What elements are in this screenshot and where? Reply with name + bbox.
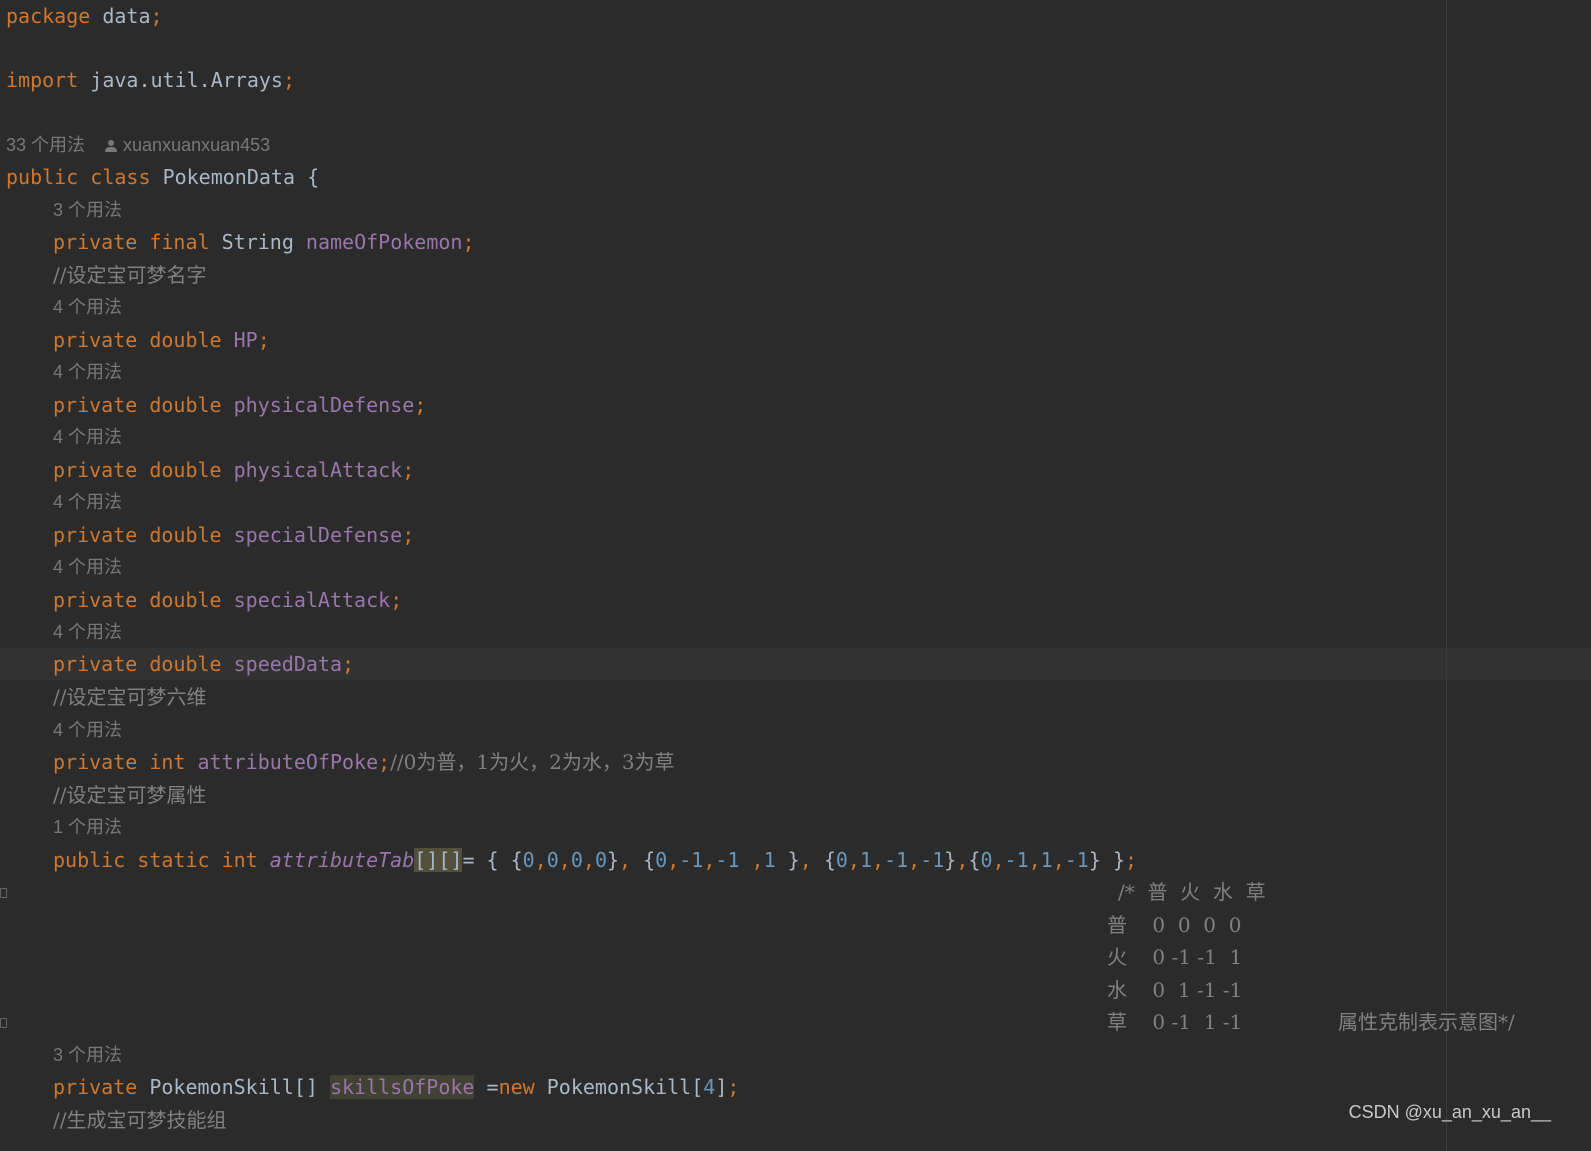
code-line[interactable]: private PokemonSkill[] skillsOfPoke =new… [53, 1071, 739, 1103]
inline-comment: //0为普，1为火，2为水，3为草 [390, 750, 675, 774]
code-comment: //设定宝可梦名字 [53, 263, 207, 287]
code-line[interactable]: private final String nameOfPokemon; [53, 226, 475, 258]
usages-hint[interactable]: 4 个用法 [53, 291, 122, 323]
usages-hint[interactable]: 4 个用法 [53, 616, 122, 648]
usages-hint[interactable]: 3 个用法 [53, 194, 122, 226]
usages-hint[interactable]: 4 个用法 [53, 421, 122, 453]
code-line[interactable]: public class PokemonData { [6, 161, 319, 193]
usages-hint[interactable]: 1 个用法 [53, 811, 122, 843]
code-line[interactable]: package data; [6, 0, 163, 32]
usages-hint[interactable]: 4 个用法 [53, 714, 122, 746]
code-editor[interactable]: package data; import java.util.Arrays; 3… [0, 0, 1591, 1151]
person-icon [105, 140, 118, 153]
table-comment-row: 火 0 -1 -1 1 [1107, 945, 1243, 969]
code-comment: //设定宝可梦属性 [53, 783, 207, 807]
code-line[interactable]: import java.util.Arrays; [6, 64, 295, 96]
usages-hint[interactable]: 33 个用法 xuanxuanxuan453 [6, 129, 270, 161]
table-comment-footer: 属性克制表示意图*/ [1338, 1010, 1515, 1034]
code-line[interactable]: public static int attributeTab[][]= { {0… [53, 844, 1137, 876]
code-line-current[interactable]: private double speedData; [53, 648, 354, 680]
watermark: CSDN @xu_an_xu_an__ [1348, 1102, 1551, 1122]
table-comment-header: /* 普 火 水 草 [1118, 880, 1266, 904]
fold-start-icon[interactable] [0, 888, 7, 898]
code-line[interactable]: private double physicalDefense; [53, 389, 426, 421]
code-line[interactable]: private double HP; [53, 324, 270, 356]
usages-hint[interactable]: 4 个用法 [53, 551, 122, 583]
code-line[interactable]: private int attributeOfPoke;//0为普，1为火，2为… [53, 746, 675, 778]
usages-hint[interactable]: 4 个用法 [53, 356, 122, 388]
table-comment-row: 普 0 0 0 0 [1107, 913, 1242, 937]
fold-end-icon[interactable] [0, 1018, 7, 1028]
code-comment: //设定宝可梦六维 [53, 685, 207, 709]
right-margin-guide [1446, 0, 1447, 1151]
code-comment: //生成宝可梦技能组 [53, 1108, 227, 1132]
table-comment-row: 水 0 1 -1 -1 [1107, 978, 1243, 1002]
usages-hint[interactable]: 4 个用法 [53, 486, 122, 518]
code-line[interactable]: private double specialAttack; [53, 584, 402, 616]
table-comment-row: 草 0 -1 1 -1 [1107, 1010, 1243, 1034]
code-line[interactable]: private double physicalAttack; [53, 454, 414, 486]
code-line[interactable]: private double specialDefense; [53, 519, 414, 551]
usages-hint[interactable]: 3 个用法 [53, 1039, 122, 1071]
